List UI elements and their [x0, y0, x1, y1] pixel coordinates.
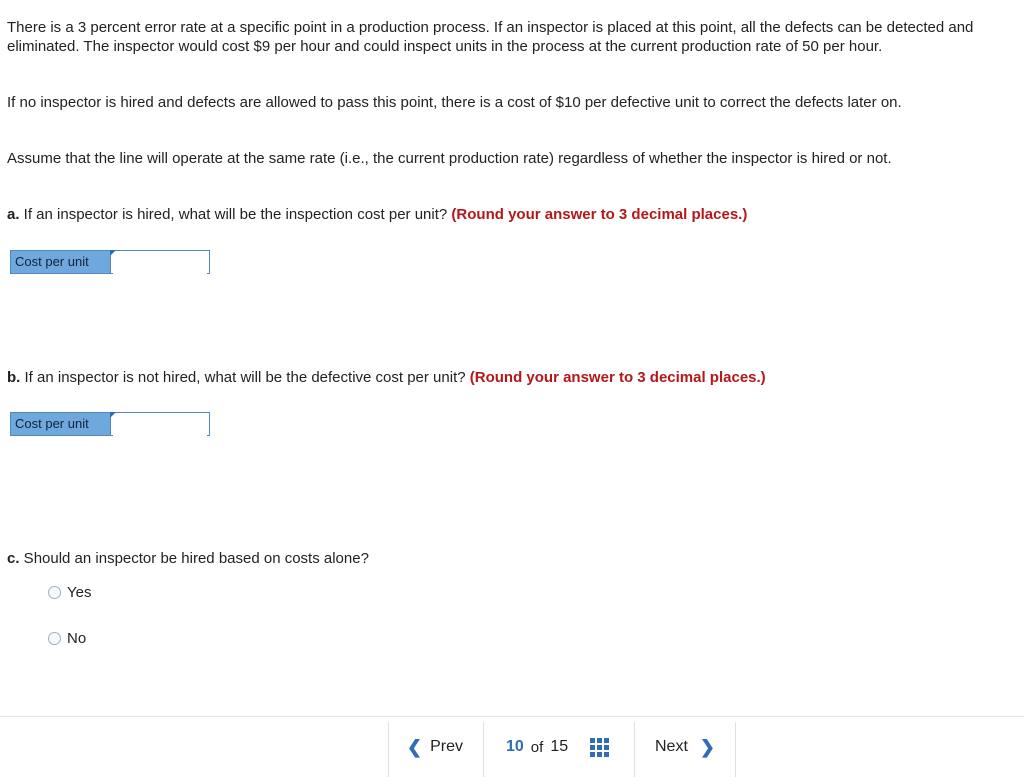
answer-b-field[interactable]: [110, 412, 210, 436]
next-button[interactable]: Next ❯: [655, 717, 725, 777]
question-b: b. If an inspector is not hired, what wi…: [7, 368, 766, 387]
current-page: 10: [506, 738, 524, 755]
of-label: of: [530, 738, 544, 756]
answer-b-label: Cost per unit: [10, 412, 110, 436]
question-a: a. If an inspector is hired, what will b…: [7, 205, 747, 224]
option-no-label: No: [67, 630, 87, 647]
answer-b-input[interactable]: [113, 414, 207, 436]
answer-a-label: Cost per unit: [10, 250, 110, 274]
question-c-text: Should an inspector be hired based on co…: [19, 550, 369, 567]
prev-label: Prev: [430, 738, 463, 755]
chevron-right-icon: ❯: [699, 736, 715, 757]
option-yes[interactable]: Yes: [48, 584, 91, 601]
answer-a-field[interactable]: [110, 250, 210, 274]
question-a-letter: a.: [7, 206, 20, 223]
radio-no[interactable]: [48, 632, 61, 645]
problem-paragraph-3: Assume that the line will operate at the…: [7, 150, 892, 167]
option-no[interactable]: No: [48, 630, 86, 647]
question-b-hint: (Round your answer to 3 decimal places.): [469, 369, 766, 386]
question-c-letter: c.: [7, 550, 20, 567]
question-c: c. Should an inspector be hired based on…: [7, 549, 369, 568]
question-b-text: If an inspector is not hired, what will …: [20, 369, 470, 386]
next-label: Next: [655, 738, 688, 755]
radio-yes[interactable]: [48, 586, 61, 599]
question-a-hint: (Round your answer to 3 decimal places.): [451, 206, 748, 223]
nav-divider: [735, 722, 736, 777]
problem-paragraph-2: If no inspector is hired and defects are…: [7, 94, 902, 111]
flag-icon: [110, 412, 116, 418]
answer-row-b: Cost per unit: [10, 412, 210, 436]
answer-row-a: Cost per unit: [10, 250, 210, 274]
problem-paragraph-1: There is a 3 percent error rate at a spe…: [7, 19, 974, 55]
nav-divider: [388, 722, 389, 777]
page-indicator: 10 of 15: [506, 717, 616, 777]
prev-button[interactable]: ❮ Prev: [407, 717, 467, 777]
grid-icon[interactable]: [590, 737, 610, 757]
nav-divider: [634, 722, 635, 777]
chevron-left-icon: ❮: [407, 736, 423, 757]
nav-divider: [483, 722, 484, 777]
question-b-letter: b.: [7, 369, 21, 386]
option-yes-label: Yes: [67, 584, 92, 601]
question-a-text: If an inspector is hired, what will be t…: [19, 206, 452, 223]
flag-icon: [110, 250, 116, 256]
answer-a-input[interactable]: [113, 252, 207, 274]
total-pages: 15: [550, 738, 569, 755]
